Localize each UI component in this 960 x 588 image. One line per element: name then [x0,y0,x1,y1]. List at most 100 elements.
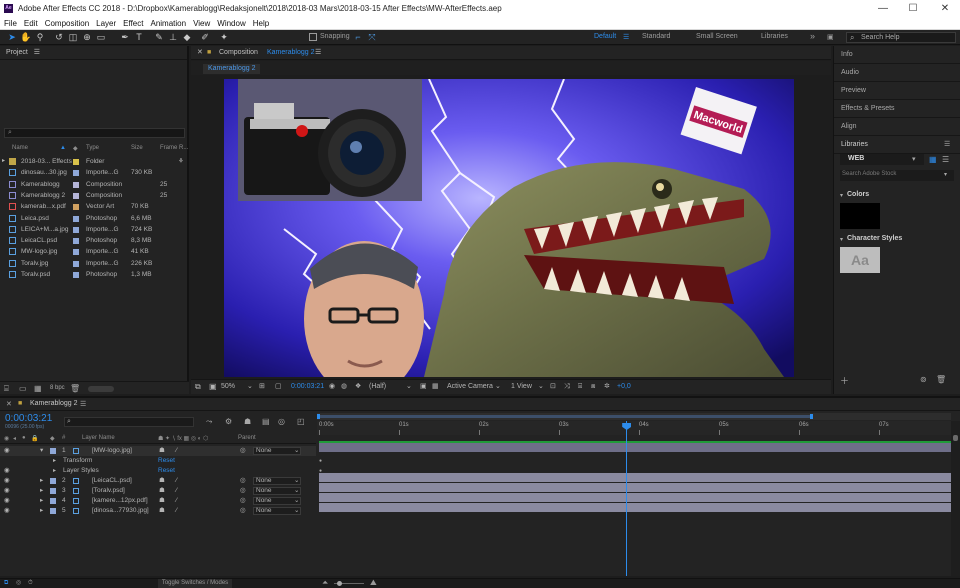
video-eye-icon[interactable]: ◉ [4,496,10,506]
label-color-swatch[interactable] [50,448,56,454]
draft-3d-icon[interactable]: ⚙ [225,417,232,426]
video-eye-icon[interactable]: ◉ [4,466,10,476]
layer-property-row[interactable]: ◉ ▸ Layer Styles Reset [0,466,316,476]
workspace-menu-icon[interactable]: ☰ [623,33,629,41]
keyframe-marker[interactable]: ● [319,458,322,464]
effects-presets-panel-tab[interactable]: Effects & Presets [834,100,960,118]
layer-switches-toggle-icon[interactable]: ⧉ [4,579,8,588]
delete-icon[interactable]: 🗑 [936,375,946,384]
layer-bar-1[interactable] [319,443,951,452]
quality-switch-icon[interactable]: ∕ [176,476,177,486]
menu-effect[interactable]: Effect [123,19,143,28]
magnification-select[interactable]: 50% [221,380,235,394]
column-name[interactable]: Name [12,145,28,151]
color-channels-icon[interactable]: ❖ [355,380,361,394]
layer-name-header[interactable]: Layer Name [82,435,115,441]
column-frame-rate[interactable]: Frame R... [160,145,188,151]
label-color-swatch[interactable] [73,226,79,233]
composition-tab-name[interactable]: Kamerablogg 2 [267,46,314,60]
snapping-checkbox[interactable] [309,33,317,41]
column-type[interactable]: Type [86,145,99,151]
shy-layers-icon[interactable]: ☗ [244,417,251,426]
grid-view-icon[interactable]: ▦ [929,155,937,164]
reset-link[interactable]: Reset [158,466,175,476]
view-layout-select[interactable]: 1 View [511,380,532,394]
always-preview-icon[interactable]: ⧉ [195,380,201,394]
thumbnail-slider[interactable] [88,386,114,392]
keyframe-marker[interactable]: ● [319,468,322,474]
show-channel-icon[interactable]: ◍ [341,380,347,394]
video-eye-icon[interactable]: ◉ [4,446,10,456]
snap-features-icon[interactable]: ⤧ [366,31,378,43]
toggle-mask-icon[interactable]: ▢ [275,380,282,394]
color-swatch[interactable] [840,203,880,229]
playhead[interactable] [622,421,632,576]
project-item[interactable]: Leica.psd Photoshop 6,6 MB [0,213,189,224]
minimize-button[interactable]: — [868,0,898,17]
transfer-controls-toggle-icon[interactable]: ◎ [16,579,21,588]
timecode-display[interactable]: 0:00:03:21 [291,380,324,394]
hand-tool-icon[interactable]: ✋ [20,31,32,43]
audio-panel-tab[interactable]: Audio [834,64,960,82]
label-color-swatch[interactable] [73,192,79,199]
colors-expand-icon[interactable]: ▾ [840,192,843,199]
layer-row[interactable]: ◉ ▸ 5 [dinosa...77930.jpg] ☗ ∕ ◎ None ⌄ [0,506,316,516]
cloud-sync-icon[interactable]: ⊚ [920,375,927,384]
quality-switch-icon[interactable]: ∕ [176,446,177,456]
bpc-label[interactable]: 8 bpc [50,385,65,391]
toggle-switches-modes-button[interactable]: Toggle Switches / Modes [158,579,232,588]
label-color-swatch[interactable] [73,204,79,211]
magnification-chevron-down-icon[interactable]: ⌄ [247,380,253,394]
layer-name[interactable]: [kamere...12px.pdf] [92,496,148,506]
view-layout-chevron-down-icon[interactable]: ⌄ [538,380,544,394]
more-workspaces-button[interactable]: » [810,31,815,41]
expand-chevron-right-icon[interactable]: ▸ [40,496,43,506]
menu-file[interactable]: File [4,19,17,28]
in-out-toggle-icon[interactable]: ⏱ [28,579,33,588]
project-item[interactable]: Kamerablogg Composition 25 [0,179,189,190]
snap-edges-icon[interactable]: ⌐ [352,31,364,43]
video-eye-icon[interactable]: ◉ [4,476,10,486]
puppet-pin-tool-icon[interactable]: ✦ [218,31,230,43]
pen-tool-icon[interactable]: ✒ [119,31,131,43]
graph-editor-icon[interactable]: ◰ [297,417,305,426]
layer-row[interactable]: ◉ ▸ 3 [Toralv.psd] ☗ ∕ ◎ None ⌄ [0,486,316,496]
layer-name[interactable]: [LeicaCL.psd] [92,476,132,486]
expand-chevron-down-icon[interactable]: ▾ [40,446,43,456]
label-color-swatch[interactable] [50,508,56,514]
zoom-out-icon[interactable]: ⏶ [322,578,328,587]
expand-chevron-right-icon[interactable]: ▸ [40,476,43,486]
shy-switch-icon[interactable]: ☗ [159,446,165,456]
project-item[interactable]: LeicaCL.psd Photoshop 8,3 MB [0,235,189,246]
reset-link[interactable]: Reset [158,456,175,466]
quality-switch-icon[interactable]: ∕ [176,496,177,506]
expand-chevron-right-icon[interactable]: ▸ [53,456,56,466]
quality-switch-icon[interactable]: ∕ [176,506,177,516]
toggle-pixel-aspect-icon[interactable]: ⊡ [550,380,556,394]
character-style-sample[interactable]: Aa [840,247,880,273]
lock-icon[interactable]: ■ [18,400,22,407]
timeline-tab-title[interactable]: Kamerablogg 2 [30,400,77,407]
project-item[interactable]: MW-logo.jpg Importe...G 41 KB [0,246,189,257]
menu-edit[interactable]: Edit [24,19,38,28]
align-panel-tab[interactable]: Align [834,118,960,136]
layer-row[interactable]: ◉ ▸ 4 [kamere...12px.pdf] ☗ ∕ ◎ None ⌄ [0,496,316,506]
clone-stamp-tool-icon[interactable]: ⊥ [167,31,179,43]
menu-help[interactable]: Help [253,19,269,28]
roto-brush-tool-icon[interactable]: ✐ [199,31,211,43]
expand-chevron-right-icon[interactable]: ▸ [40,486,43,496]
frame-blending-icon[interactable]: ▤ [262,417,270,426]
timeline-search-input[interactable]: ⌕ [64,417,194,427]
layer-bar-2[interactable] [319,473,951,482]
help-search-box[interactable]: ⌕ Search Help [846,32,956,43]
time-ruler[interactable]: 0:00s 01s 02s 03s 04s 05s 06s 07s [317,421,951,435]
quality-switch-icon[interactable]: ∕ [176,486,177,496]
workspace-small-screen[interactable]: Small Screen [696,33,738,40]
panel-menu-icon[interactable]: ☰ [34,49,40,56]
video-eye-icon[interactable]: ◉ [4,506,10,516]
composition-viewer[interactable]: Macworld [224,79,794,377]
project-search-input[interactable]: ⌕ [4,128,185,138]
shy-switch-icon[interactable]: ☗ [159,496,165,506]
menu-animation[interactable]: Animation [150,19,186,28]
pick-whip-icon[interactable]: ◎ [240,486,246,496]
